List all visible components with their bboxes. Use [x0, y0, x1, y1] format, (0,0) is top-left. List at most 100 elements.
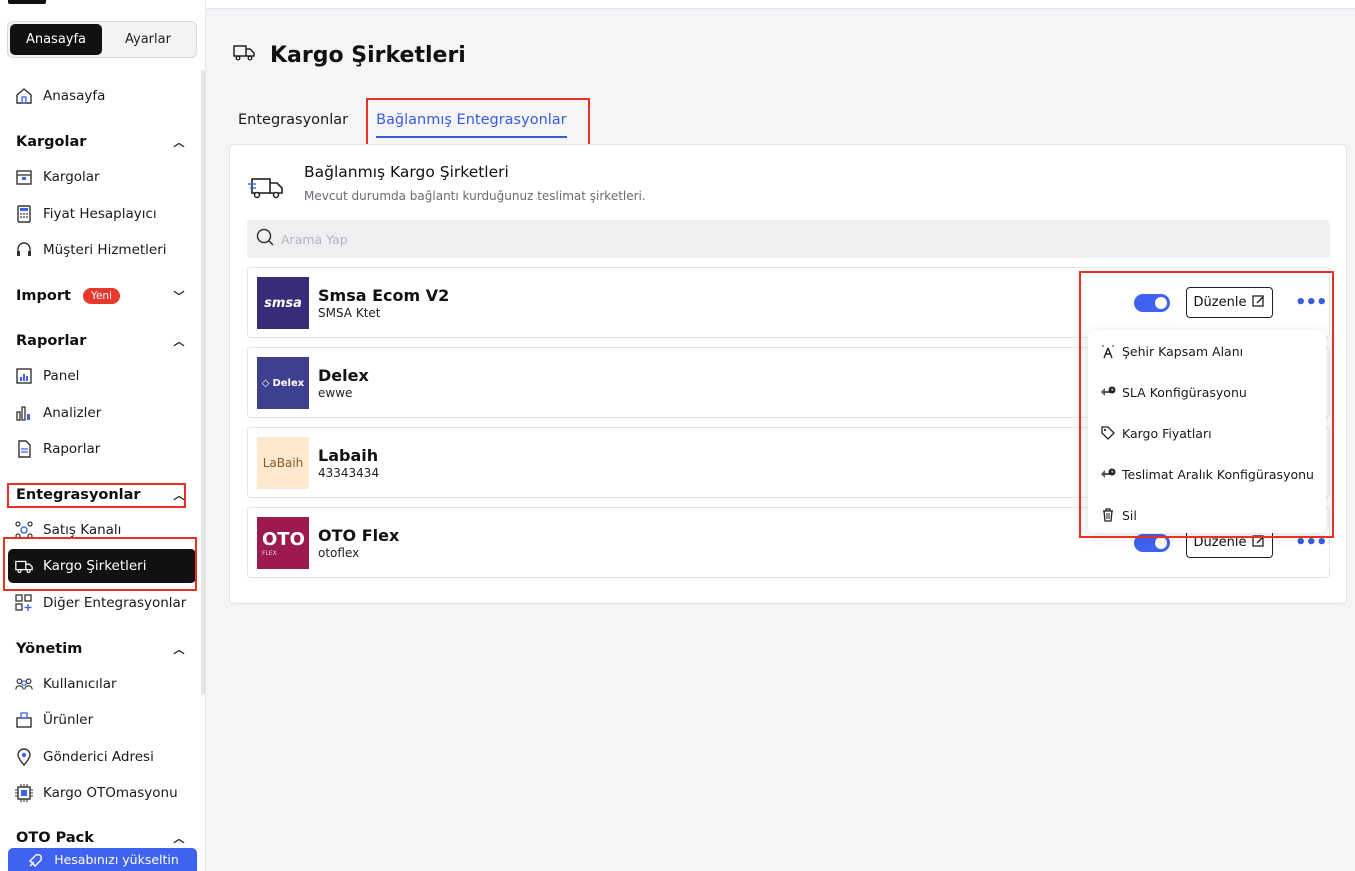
panel-title: Bağlanmış Kargo Şirketleri [304, 163, 509, 181]
trash-icon [1100, 507, 1116, 523]
carrier-logo: ◇ Delex [257, 357, 309, 409]
tab-entegrasyonlar[interactable]: Entegrasyonlar [238, 112, 348, 138]
tab-baglanmis-entegrasyonlar[interactable]: Bağlanmış Entegrasyonlar [376, 112, 567, 138]
truck-icon [14, 556, 34, 576]
search-bar [247, 220, 1330, 258]
delivery-range-icon [1100, 466, 1116, 482]
tag-icon [1100, 425, 1116, 441]
dashboard-icon [14, 366, 34, 386]
chevron-up-icon: ︿ [173, 489, 185, 502]
sidebar-item-label: Kargolar [43, 169, 100, 185]
tab-bar: Entegrasyonlar Bağlanmış Entegrasyonlar [238, 112, 567, 138]
sidebar-item-raporlar[interactable]: Raporlar [8, 432, 196, 466]
sidebar-item-fiyat-hesaplayici[interactable]: Fiyat Hesaplayıcı [8, 197, 196, 231]
carrier-enabled-toggle[interactable] [1134, 534, 1170, 552]
sidebar-item-label: Kullanıcılar [43, 676, 117, 692]
chevron-up-icon: ︿ [173, 335, 185, 348]
sidebar-item-satis-kanali[interactable]: Satış Kanalı [8, 513, 196, 547]
sidebar-item-analizler[interactable]: Analizler [8, 396, 196, 430]
location-pin-icon [14, 747, 34, 767]
sidebar: Anasayfa Ayarlar Anasayfa Kargolar ︿ Kar… [0, 0, 206, 871]
more-options-button[interactable]: ••• [1295, 292, 1328, 313]
network-icon [14, 520, 34, 540]
sidebar-item-label: Raporlar [43, 441, 101, 457]
sidebar-item-kargo-sirketleri[interactable]: Kargo Şirketleri [8, 549, 196, 583]
section-title: Import [16, 288, 71, 304]
edit-label: Düzenle [1193, 535, 1247, 550]
section-oto-pack[interactable]: OTO Pack ︿ [16, 826, 186, 850]
segment-settings[interactable]: Ayarlar [102, 24, 194, 55]
menu-item-label: Sil [1122, 507, 1137, 523]
truck-icon [232, 42, 256, 68]
menu-item-sil[interactable]: Sil [1100, 507, 1137, 523]
panel-subtitle: Mevcut durumda bağlantı kurduğunuz tesli… [304, 189, 646, 203]
menu-item-label: SLA Konfigürasyonu [1122, 384, 1247, 400]
edit-button[interactable]: Düzenle [1186, 287, 1273, 318]
package-icon [14, 167, 34, 187]
sidebar-item-kargolar[interactable]: Kargolar [8, 160, 196, 194]
antenna-icon [1100, 343, 1116, 359]
carrier-name: Delex [318, 366, 369, 385]
page-title: Kargo Şirketleri [270, 42, 466, 68]
section-import[interactable]: Import Yeni ﹀ [16, 284, 186, 308]
sidebar-item-label: Kargo Şirketleri [43, 558, 147, 574]
sidebar-item-label: Satış Kanalı [43, 522, 122, 538]
sidebar-item-label: Panel [43, 368, 80, 384]
rocket-icon [26, 852, 44, 871]
search-input[interactable] [281, 231, 1249, 247]
edit-icon [1252, 294, 1265, 311]
carrier-account: SMSA Ktet [318, 306, 381, 320]
logo-text: smsa [264, 295, 302, 311]
section-entegrasyonlar[interactable]: Entegrasyonlar ︿ [16, 483, 186, 507]
sidebar-item-panel[interactable]: Panel [8, 359, 196, 393]
sidebar-scrollbar[interactable] [201, 70, 205, 695]
home-icon [14, 86, 34, 106]
page-header: Kargo Şirketleri [232, 42, 466, 68]
top-bar [206, 0, 1355, 9]
logo-text: OTO [262, 529, 305, 550]
new-badge: Yeni [82, 288, 120, 304]
carrier-logo: LaBaih [257, 437, 309, 489]
upgrade-account-button[interactable]: Hesabınızı yükseltin [8, 848, 197, 871]
carrier-logo: OTO FLEX [257, 517, 309, 569]
menu-item-sehir-kapsam-alani[interactable]: Şehir Kapsam Alanı [1100, 343, 1243, 359]
sidebar-item-kullanicilar[interactable]: Kullanıcılar [8, 667, 196, 701]
sidebar-item-label: Fiyat Hesaplayıcı [43, 206, 157, 222]
sidebar-item-urunler[interactable]: Ürünler [8, 703, 196, 737]
logo-text: Delex [272, 377, 305, 389]
sla-config-icon [1100, 384, 1116, 400]
headset-icon [14, 240, 34, 260]
edit-icon [1252, 534, 1265, 551]
sidebar-item-musteri-hizmetleri[interactable]: Müşteri Hizmetleri [8, 233, 196, 267]
chevron-down-icon: ﹀ [173, 290, 185, 303]
sidebar-item-label: Müşteri Hizmetleri [43, 242, 167, 258]
menu-item-label: Teslimat Aralık Konfigürasyonu [1122, 466, 1314, 482]
section-kargolar[interactable]: Kargolar ︿ [16, 130, 186, 154]
sidebar-item-label: Kargo OTOmasyonu [43, 785, 178, 801]
sidebar-item-kargo-otomasyonu[interactable]: Kargo OTOmasyonu [8, 776, 196, 810]
search-icon [255, 227, 275, 251]
section-title: Entegrasyonlar [16, 487, 141, 503]
bar-chart-icon [14, 403, 34, 423]
carrier-account: otoflex [318, 546, 360, 560]
menu-item-sla-konfigurasyonu[interactable]: SLA Konfigürasyonu [1100, 384, 1247, 400]
carrier-account: 43343434 [318, 466, 380, 480]
section-raporlar[interactable]: Raporlar ︿ [16, 329, 186, 353]
section-yonetim[interactable]: Yönetim ︿ [16, 637, 186, 661]
sidebar-item-label: Gönderici Adresi [43, 749, 154, 765]
more-options-button[interactable]: ••• [1295, 532, 1328, 553]
carrier-card: smsa Smsa Ecom V2 SMSA Ktet Düzenle ••• [247, 267, 1330, 338]
sidebar-item-gonderici-adresi[interactable]: Gönderici Adresi [8, 740, 196, 774]
calculator-icon [14, 204, 34, 224]
logo-text: LaBaih [262, 456, 304, 470]
panel-header: Bağlanmış Kargo Şirketleri Mevcut durumd… [248, 163, 646, 207]
menu-item-kargo-fiyatlari[interactable]: Kargo Fiyatları [1100, 425, 1212, 441]
automation-chip-icon [14, 783, 34, 803]
sidebar-item-home[interactable]: Anasayfa [8, 79, 196, 113]
carrier-logo: smsa [257, 277, 309, 329]
segment-home[interactable]: Anasayfa [10, 24, 102, 55]
menu-item-teslimat-aralik-konfigurasyonu[interactable]: Teslimat Aralık Konfigürasyonu [1100, 466, 1314, 482]
sidebar-item-diger-entegrasyonlar[interactable]: Diğer Entegrasyonlar [8, 586, 196, 620]
carrier-name: Labaih [318, 446, 379, 465]
carrier-enabled-toggle[interactable] [1134, 294, 1170, 312]
